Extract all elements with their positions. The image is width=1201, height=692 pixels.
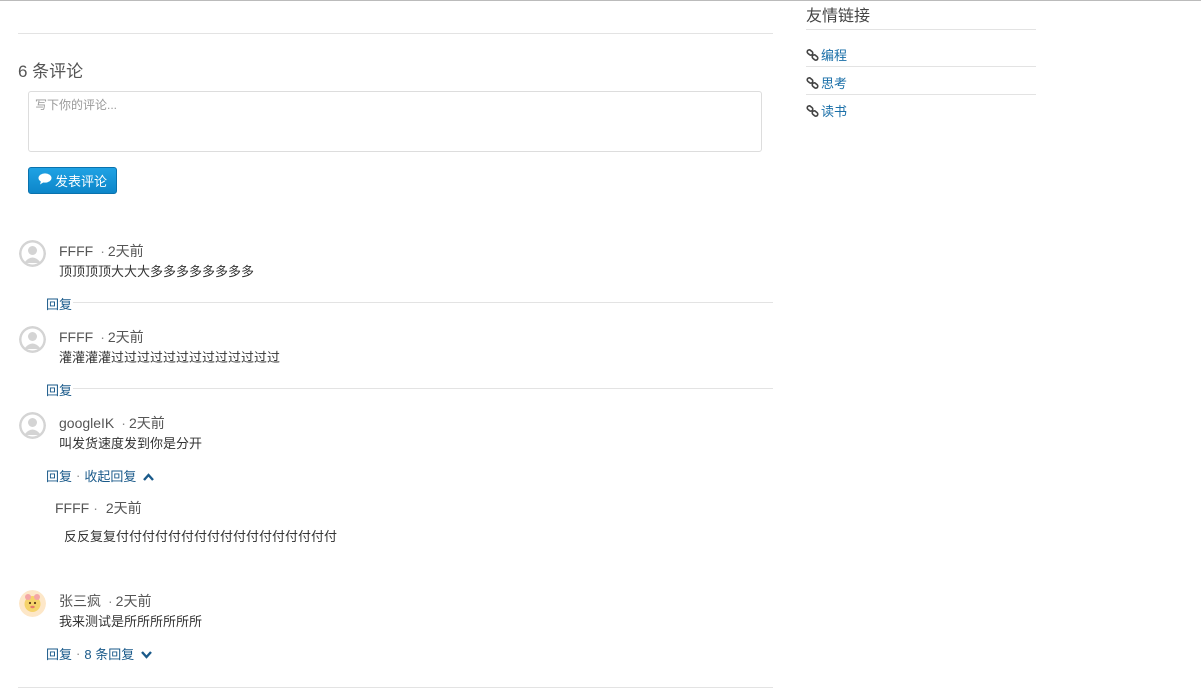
comment-text: 灌灌灌灌过过过过过过过过过过过过过: [59, 350, 281, 365]
sub-reply-text: 反反复复付付付付付付付付付付付付付付付付付: [64, 529, 338, 544]
comment-text: 我来测试是所所所所所所: [59, 614, 203, 629]
comment-author[interactable]: FFFF: [59, 329, 93, 345]
expand-replies-link[interactable]: 8 条回复: [84, 644, 152, 663]
sidebar-title: 友情链接: [806, 8, 871, 25]
comment-text: 叫发货速度发到你是分开: [59, 436, 203, 451]
user-avatar: [19, 590, 46, 617]
sidebar-link-thinking[interactable]: 思考: [806, 73, 847, 92]
comment-count-title: 6 条评论: [18, 62, 84, 81]
reply-link[interactable]: 回复: [46, 294, 72, 313]
link-chain-icon: [806, 104, 819, 117]
divider: [18, 33, 773, 34]
separator-dot: ·: [76, 468, 81, 483]
reply-link[interactable]: 回复: [46, 380, 72, 399]
submit-label: 发表评论: [54, 174, 107, 189]
sub-reply-author[interactable]: FFFF: [55, 500, 89, 516]
comment-author[interactable]: FFFF: [59, 243, 93, 259]
expand-replies-label: 8 条回复: [84, 647, 135, 662]
sidebar-link-reading[interactable]: 读书: [806, 101, 847, 120]
comment-author[interactable]: 张三疯: [59, 593, 101, 609]
submit-comment-button[interactable]: 发表评论: [28, 167, 117, 194]
comment-header: 张三疯 · 2天前: [59, 593, 152, 609]
sidebar-link-label: 思考: [821, 76, 848, 91]
reply-link[interactable]: 回复: [46, 466, 72, 485]
collapse-replies-label: 收起回复: [84, 469, 137, 484]
comment-header: googleIK · 2天前: [59, 415, 165, 431]
link-chain-icon: [806, 48, 819, 61]
divider: [18, 687, 773, 688]
collapse-replies-link[interactable]: 收起回复: [84, 466, 154, 485]
top-border: [0, 0, 1201, 1]
divider: [73, 388, 773, 389]
sidebar-link-programming[interactable]: 编程: [806, 45, 847, 64]
reply-link[interactable]: 回复: [46, 644, 72, 663]
sidebar-link-label: 编程: [821, 48, 848, 63]
divider: [806, 66, 1036, 67]
comment-actions: 回复: [46, 294, 72, 313]
comment-time: 2天前: [128, 415, 165, 431]
comment-header: FFFF · 2天前: [59, 243, 144, 259]
divider: [73, 302, 773, 303]
comment-time: 2天前: [107, 329, 144, 345]
separator-dot: ·: [76, 646, 81, 661]
default-avatar-icon: [19, 326, 46, 353]
comment-actions: 回复: [46, 380, 72, 399]
sub-reply-time: 2天前: [105, 500, 142, 516]
sub-reply-header: FFFF · 2天前: [55, 500, 142, 516]
default-avatar-icon: [19, 412, 46, 439]
sidebar-link-label: 读书: [821, 104, 848, 119]
comment-author[interactable]: googleIK: [59, 415, 114, 431]
divider: [806, 94, 1036, 95]
comment-time: 2天前: [115, 593, 152, 609]
default-avatar-icon: [19, 240, 46, 267]
divider: [806, 29, 1036, 30]
comment-bubble-icon: [38, 173, 52, 188]
link-chain-icon: [806, 76, 819, 89]
comment-input[interactable]: [28, 91, 762, 152]
comment-header: FFFF · 2天前: [59, 329, 144, 345]
comment-actions: 回复 · 收起回复: [46, 466, 154, 485]
chevron-down-icon: [140, 651, 152, 659]
comment-actions: 回复 · 8 条回复: [46, 644, 152, 663]
chevron-up-icon: [143, 473, 154, 481]
comment-text: 顶顶顶顶大大大多多多多多多多多: [59, 264, 255, 279]
comment-time: 2天前: [107, 243, 144, 259]
